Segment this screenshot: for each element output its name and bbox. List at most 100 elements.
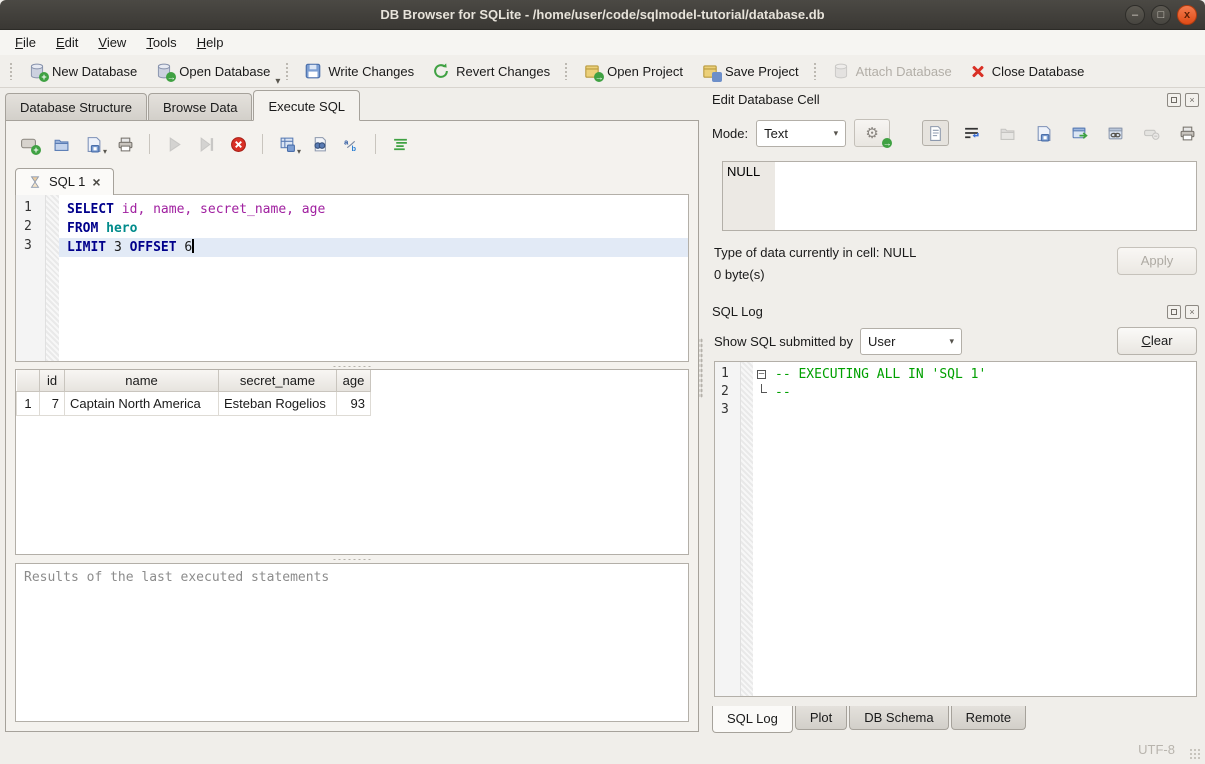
save-file-icon bbox=[1035, 125, 1052, 142]
menu-help[interactable]: Help bbox=[188, 32, 233, 53]
cell-age[interactable]: 93 bbox=[337, 391, 371, 415]
line-number: 3 bbox=[16, 238, 45, 257]
horizontal-splitter[interactable] bbox=[15, 555, 689, 562]
menu-view[interactable]: View bbox=[89, 32, 135, 53]
menu-edit[interactable]: Edit bbox=[47, 32, 87, 53]
fold-marker[interactable]: – bbox=[753, 366, 775, 384]
sql-log-view[interactable]: 1 2 3 – -- EXECUTING ALL IN 'SQL 1' -- bbox=[714, 361, 1197, 697]
open-sql-new-tab-button[interactable]: + bbox=[15, 131, 43, 157]
sql-code-area[interactable]: SELECT id, name, secret_name, age FROM h… bbox=[59, 195, 688, 361]
stop-icon bbox=[230, 136, 247, 153]
float-dock-icon[interactable] bbox=[1167, 305, 1181, 319]
open-project-button[interactable]: → Open Project bbox=[574, 58, 692, 84]
save-file-icon bbox=[85, 136, 102, 153]
save-sql-file-button[interactable]: ▾ bbox=[79, 131, 107, 157]
apply-button[interactable]: Apply bbox=[1117, 247, 1197, 275]
minimize-icon[interactable]: – bbox=[1125, 5, 1145, 25]
replace-button[interactable]: ab bbox=[337, 131, 365, 157]
word-wrap-button[interactable] bbox=[958, 120, 985, 146]
column-header-id[interactable]: id bbox=[40, 370, 65, 391]
encoding-indicator[interactable]: UTF-8 bbox=[1138, 742, 1175, 757]
column-header-age[interactable]: age bbox=[337, 370, 371, 391]
open-database-button[interactable]: → Open Database bbox=[146, 58, 279, 84]
column-header-name[interactable]: name bbox=[65, 370, 219, 391]
export-cell-data-button[interactable] bbox=[1030, 120, 1057, 146]
close-sql-tab-icon[interactable]: × bbox=[92, 176, 100, 188]
clear-log-button[interactable]: Clear bbox=[1117, 327, 1197, 355]
tab-database-structure[interactable]: Database Structure bbox=[5, 93, 147, 121]
open-database-dropdown-icon[interactable]: ▾ bbox=[275, 76, 280, 87]
mode-select[interactable]: Text ▾ bbox=[756, 120, 846, 147]
horizontal-splitter[interactable] bbox=[15, 362, 689, 369]
sql-document-tab[interactable]: SQL 1 × bbox=[15, 168, 114, 195]
table-row: 1 7 Captain North America Esteban Rogeli… bbox=[17, 391, 371, 415]
close-database-button[interactable]: Close Database bbox=[961, 59, 1094, 83]
sql-keyword: LIMIT bbox=[67, 240, 106, 255]
results-message-area[interactable]: Results of the last executed statements bbox=[15, 563, 689, 722]
float-dock-icon[interactable] bbox=[1167, 93, 1181, 107]
format-sql-icon bbox=[392, 136, 409, 153]
column-header-secret-name[interactable]: secret_name bbox=[219, 370, 337, 391]
close-dock-icon[interactable]: × bbox=[1185, 93, 1199, 107]
new-database-button[interactable]: + New Database bbox=[19, 58, 146, 84]
open-external-button[interactable] bbox=[1066, 120, 1093, 146]
dock-buttons: × bbox=[1167, 93, 1199, 107]
tab-remote[interactable]: Remote bbox=[951, 706, 1027, 730]
maximize-icon[interactable]: □ bbox=[1151, 5, 1171, 25]
tab-db-schema[interactable]: DB Schema bbox=[849, 706, 948, 730]
toolbar-drag-handle[interactable] bbox=[564, 62, 569, 80]
close-dock-icon[interactable]: × bbox=[1185, 305, 1199, 319]
cell-editor-toolbar bbox=[922, 120, 1201, 146]
close-icon[interactable]: x bbox=[1177, 5, 1197, 25]
resize-grip[interactable] bbox=[1189, 748, 1201, 760]
sql-number: 3 bbox=[106, 240, 129, 255]
corner-header[interactable] bbox=[17, 370, 40, 391]
log-line-number-gutter: 1 2 3 bbox=[715, 362, 741, 696]
hourglass-icon bbox=[28, 175, 42, 189]
main-area: Database Structure Browse Data Execute S… bbox=[0, 88, 703, 734]
toolbar-separator bbox=[285, 62, 290, 80]
format-sql-button[interactable] bbox=[386, 131, 414, 157]
find-button[interactable] bbox=[305, 131, 333, 157]
stop-execution-button[interactable] bbox=[224, 131, 252, 157]
print-sql-button[interactable] bbox=[111, 131, 139, 157]
find-icon bbox=[311, 136, 328, 153]
cell-id[interactable]: 7 bbox=[40, 391, 65, 415]
sql-identifiers: id, name, secret_name, age bbox=[114, 202, 325, 217]
tab-plot[interactable]: Plot bbox=[795, 706, 847, 730]
tab-sql-log[interactable]: SQL Log bbox=[712, 706, 793, 733]
cell-name[interactable]: Captain North America bbox=[65, 391, 219, 415]
collapse-icon[interactable]: – bbox=[757, 370, 766, 379]
cell-secret-name[interactable]: Esteban Rogelios bbox=[219, 391, 337, 415]
titlebar: DB Browser for SQLite - /home/user/code/… bbox=[0, 0, 1205, 30]
log-source-value: User bbox=[868, 334, 895, 349]
cell-value-editor[interactable]: NULL bbox=[722, 161, 1197, 231]
text-view-button[interactable] bbox=[922, 120, 949, 146]
link-icon bbox=[1107, 125, 1124, 142]
mode-select-value: Text bbox=[764, 126, 788, 141]
sql-editor[interactable]: 1 2 3 SELECT id, name, secret_name, age … bbox=[15, 194, 689, 362]
svg-text:b: b bbox=[351, 143, 356, 152]
export-results-button[interactable]: ▾ bbox=[273, 131, 301, 157]
row-header[interactable]: 1 bbox=[17, 391, 40, 415]
copy-url-button[interactable] bbox=[1102, 120, 1129, 146]
save-project-button[interactable]: Save Project bbox=[692, 58, 808, 84]
log-source-select[interactable]: User ▾ bbox=[860, 328, 962, 355]
auto-switch-mode-button[interactable]: ⚙ → bbox=[854, 119, 890, 147]
open-project-icon: → bbox=[583, 62, 601, 80]
tab-execute-sql[interactable]: Execute SQL bbox=[253, 90, 360, 121]
open-sql-file-button[interactable] bbox=[47, 131, 75, 157]
menu-file[interactable]: File bbox=[6, 32, 45, 53]
toolbar-drag-handle[interactable] bbox=[9, 62, 14, 80]
write-changes-icon bbox=[304, 62, 322, 80]
results-table-view: id name secret_name age 1 7 Captain Nort… bbox=[15, 369, 689, 555]
tab-browse-data[interactable]: Browse Data bbox=[148, 93, 252, 121]
external-window-icon bbox=[1071, 125, 1088, 142]
revert-changes-button[interactable]: Revert Changes bbox=[423, 58, 559, 84]
window-title: DB Browser for SQLite - /home/user/code/… bbox=[380, 7, 824, 22]
write-changes-button[interactable]: Write Changes bbox=[295, 58, 423, 84]
toolbar-separator bbox=[375, 134, 376, 154]
print-cell-button[interactable] bbox=[1174, 120, 1201, 146]
menu-tools[interactable]: Tools bbox=[137, 32, 185, 53]
toolbar-separator bbox=[262, 134, 263, 154]
